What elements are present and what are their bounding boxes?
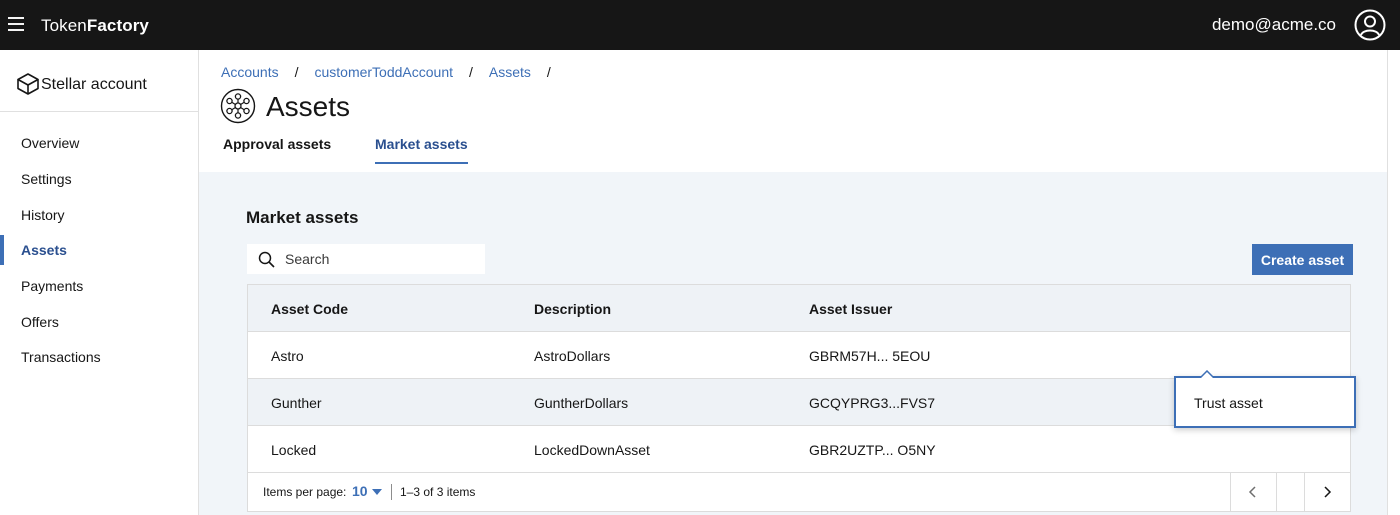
- popover-caret-icon: [1200, 370, 1214, 378]
- next-page-button[interactable]: [1304, 473, 1350, 511]
- breadcrumb-separator: /: [546, 64, 551, 80]
- items-per-page-label: Items per page:: [263, 485, 347, 499]
- column-header-asset-issuer[interactable]: Asset Issuer: [809, 301, 892, 317]
- section-title: Market assets: [246, 208, 359, 227]
- top-bar: TokenFactory demo@acme.co: [0, 0, 1400, 50]
- assets-network-icon: [220, 88, 256, 124]
- sidebar-item-settings[interactable]: Settings: [0, 162, 198, 196]
- pagination-range: 1–3 of 3 items: [400, 485, 476, 499]
- table-pagination: Items per page: 10 1–3 of 3 items: [248, 473, 1350, 511]
- sidebar-item-transactions[interactable]: Transactions: [0, 340, 198, 374]
- cell-asset-code: Locked: [271, 442, 317, 458]
- tab-market-assets[interactable]: Market assets: [375, 136, 468, 164]
- sidebar-item-history[interactable]: History: [0, 198, 198, 232]
- table-row[interactable]: Locked LockedDownAsset GBR2UZTP... O5NY: [248, 426, 1350, 473]
- cube-icon: [17, 73, 39, 95]
- brand-name[interactable]: TokenFactory: [41, 16, 149, 36]
- breadcrumb-separator: /: [469, 64, 473, 80]
- column-header-asset-code[interactable]: Asset Code: [271, 301, 348, 317]
- items-per-page-select[interactable]: 10: [352, 483, 368, 499]
- cell-description: AstroDollars: [534, 348, 611, 364]
- search-icon: [258, 251, 275, 268]
- cell-description: GuntherDollars: [534, 395, 629, 411]
- chevron-down-icon[interactable]: [372, 489, 382, 495]
- breadcrumb-account[interactable]: customerToddAccount: [314, 64, 453, 80]
- search-box: [247, 244, 485, 274]
- trust-asset-menu-item[interactable]: Trust asset: [1194, 395, 1263, 411]
- user-email: demo@acme.co: [1211, 15, 1336, 34]
- cell-asset-issuer: GBRM57H... 5EOU: [809, 348, 931, 364]
- hamburger-menu-icon[interactable]: [8, 17, 24, 31]
- sidebar-item-payments[interactable]: Payments: [0, 269, 198, 303]
- side-navigation: Stellar account Overview Settings Histor…: [0, 50, 199, 515]
- row-actions-popover: Trust asset: [1174, 370, 1356, 428]
- cell-asset-issuer: GBR2UZTP... O5NY: [809, 442, 936, 458]
- sidebar-item-assets[interactable]: Assets: [0, 233, 198, 267]
- breadcrumb-separator: /: [294, 64, 299, 80]
- table-row[interactable]: Astro AstroDollars GBRM57H... 5EOU: [248, 332, 1350, 379]
- cell-asset-code: Astro: [271, 348, 304, 364]
- create-asset-button[interactable]: Create asset: [1252, 244, 1353, 275]
- search-input[interactable]: [285, 244, 475, 274]
- page-title: Assets: [266, 91, 351, 122]
- sidenav-header: Stellar account: [0, 50, 198, 112]
- chevron-left-icon: [1248, 486, 1256, 498]
- user-avatar-icon[interactable]: [1354, 9, 1386, 41]
- sidebar-item-offers[interactable]: Offers: [0, 305, 198, 339]
- sidebar-item-overview[interactable]: Overview: [0, 126, 198, 160]
- tab-approval-assets[interactable]: Approval assets: [223, 136, 331, 162]
- cell-asset-issuer: GCQYPRG3...FVS7: [809, 395, 936, 411]
- column-header-description[interactable]: Description: [534, 301, 611, 317]
- breadcrumb: Accounts / customerToddAccount / Assets /: [221, 64, 567, 80]
- cell-asset-code: Gunther: [271, 395, 322, 411]
- breadcrumb-assets[interactable]: Assets: [489, 64, 531, 80]
- cell-description: LockedDownAsset: [534, 442, 650, 458]
- pagination-divider: [391, 484, 392, 500]
- brand-name-light: Token: [41, 16, 87, 35]
- chevron-right-icon: [1324, 486, 1332, 498]
- table-header: Asset Code Description Asset Issuer: [248, 285, 1350, 332]
- previous-page-button[interactable]: [1230, 473, 1276, 511]
- breadcrumb-accounts[interactable]: Accounts: [221, 64, 279, 80]
- sidenav-title: Stellar account: [41, 76, 147, 93]
- brand-name-bold: Factory: [86, 16, 149, 35]
- right-edge: [1387, 50, 1400, 515]
